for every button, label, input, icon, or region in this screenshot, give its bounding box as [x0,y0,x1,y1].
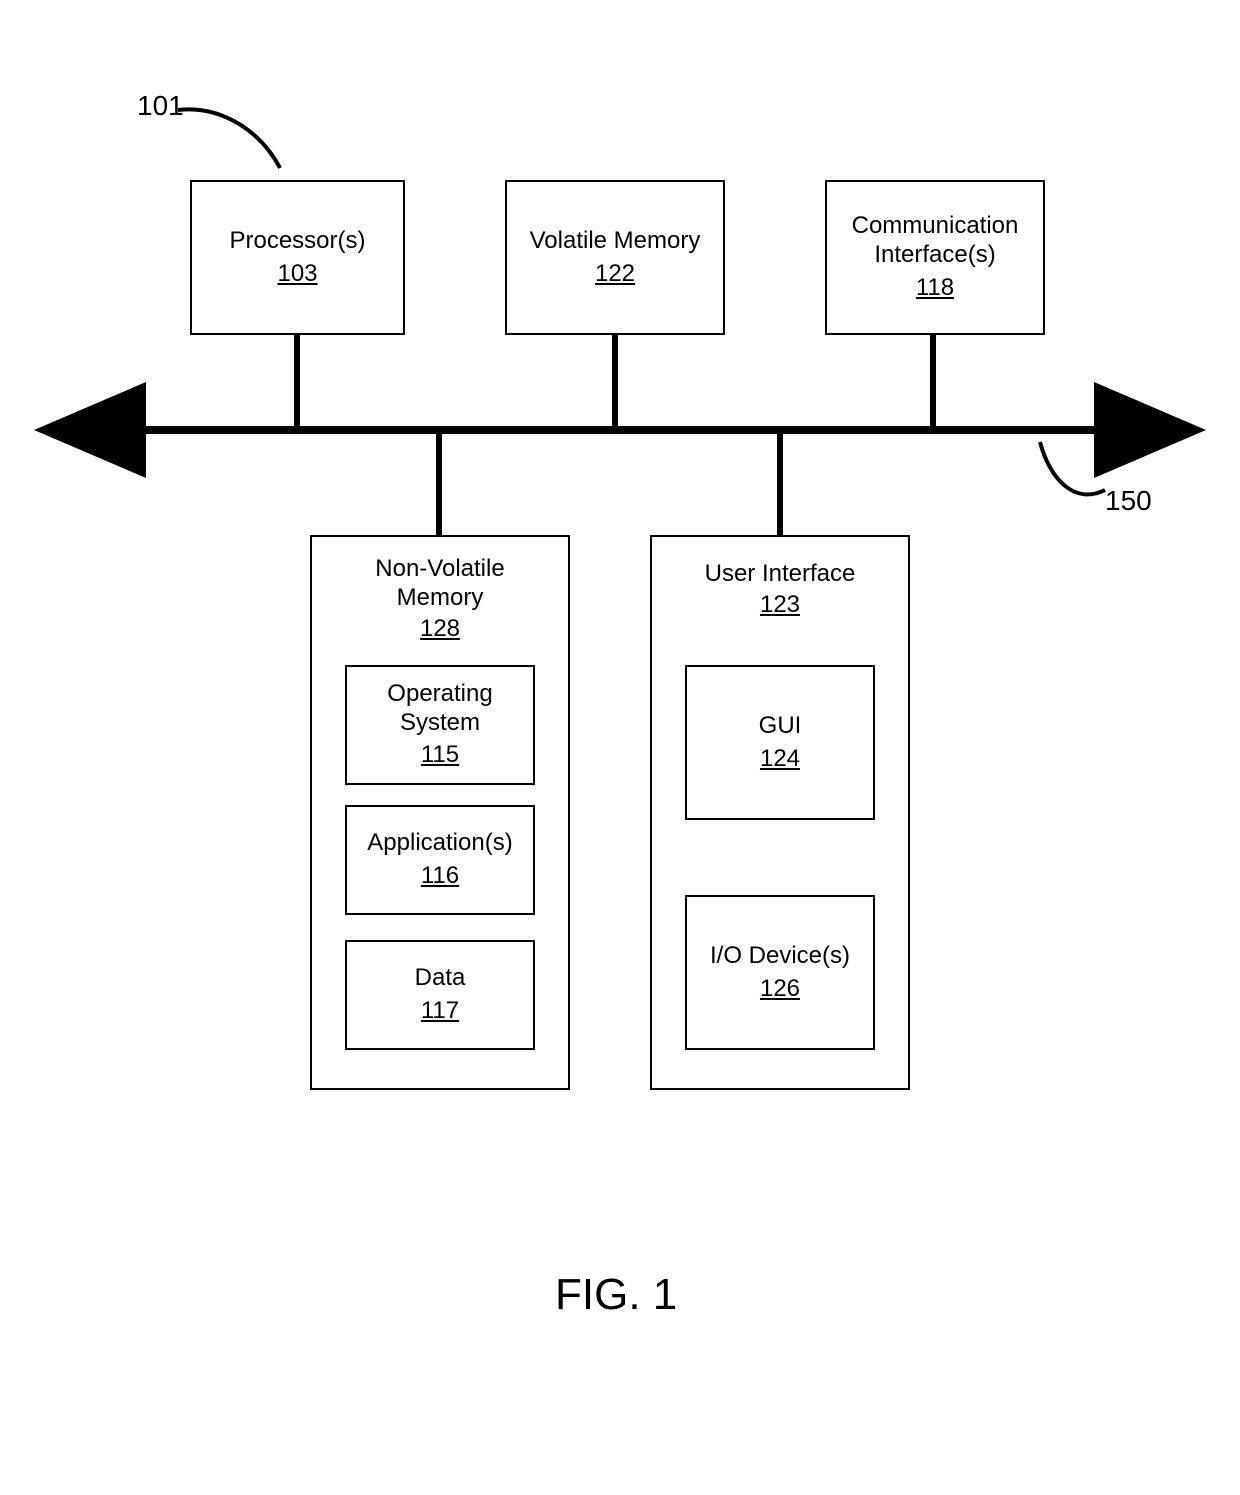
os-block: Operating System 115 [345,665,535,785]
comm-interface-block: Communication Interface(s) 118 [825,180,1045,335]
conn-nvm [436,430,442,535]
volatile-memory-label: Volatile Memory [530,227,701,256]
data-label: Data [415,964,466,993]
conn-processor [294,335,300,430]
io-block: I/O Device(s) 126 [685,895,875,1050]
diagram-canvas: 101 150 Processor(s) 103 Volatile Memory… [0,0,1240,1495]
conn-comm [930,335,936,430]
gui-block: GUI 124 [685,665,875,820]
nvm-ref: 128 [310,615,570,644]
conn-ui [777,430,783,535]
os-label2: System [400,709,480,738]
volatile-memory-ref: 122 [595,260,635,289]
data-ref: 117 [421,997,459,1026]
nvm-title1: Non-Volatile [375,555,504,582]
nvm-title2: Memory [397,584,484,611]
io-label: I/O Device(s) [710,942,850,971]
processor-label: Processor(s) [229,227,365,256]
processor-ref: 103 [277,260,317,289]
os-label1: Operating [387,680,492,709]
ui-title-text: User Interface [705,560,856,587]
ui-ref: 123 [650,591,910,620]
processor-block: Processor(s) 103 [190,180,405,335]
gui-ref: 124 [760,745,800,774]
comm-interface-label2: Interface(s) [874,241,995,270]
io-ref: 126 [760,975,800,1004]
nvm-title: Non-Volatile Memory 128 [310,555,570,643]
ui-title: User Interface 123 [650,560,910,620]
os-ref: 115 [421,741,459,770]
gui-label: GUI [759,712,802,741]
apps-block: Application(s) 116 [345,805,535,915]
volatile-memory-block: Volatile Memory 122 [505,180,725,335]
apps-ref: 116 [421,862,459,891]
system-ref: 101 [137,90,184,122]
bus-ref: 150 [1105,485,1152,517]
comm-interface-label1: Communication [852,212,1019,241]
comm-interface-ref: 118 [916,274,954,303]
figure-caption: FIG. 1 [555,1270,677,1320]
apps-label: Application(s) [367,829,512,858]
conn-volatile [612,335,618,430]
data-block: Data 117 [345,940,535,1050]
